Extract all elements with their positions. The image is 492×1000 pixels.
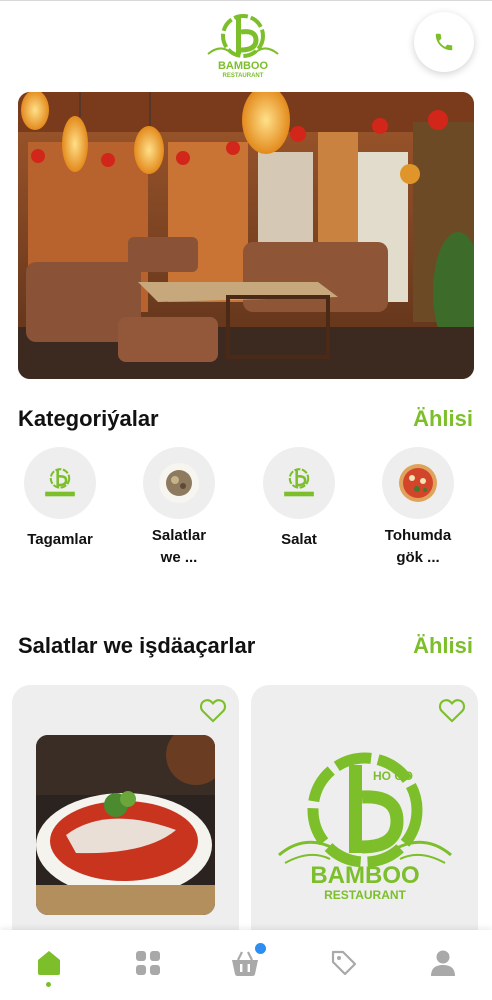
nav-categories[interactable] <box>133 948 163 978</box>
grid-icon <box>136 951 160 975</box>
nav-offers[interactable] <box>329 948 359 978</box>
nav-home[interactable] <box>34 948 64 978</box>
product-placeholder-logo: HO GO BAMBOO RESTAURANT <box>275 745 455 905</box>
basket-icon <box>232 951 258 976</box>
category-item[interactable]: Salatlar we ... <box>129 447 229 569</box>
logo-brand-name: BAMBOO <box>310 862 419 889</box>
products-see-all-link[interactable]: Ählisi <box>413 633 473 659</box>
hero-banner-image[interactable] <box>18 92 474 379</box>
phone-icon <box>435 33 453 51</box>
category-label: Salat <box>281 531 317 548</box>
category-item[interactable]: Tagamlar <box>10 447 110 551</box>
category-label: Tagamlar <box>27 531 93 548</box>
active-indicator <box>46 982 51 987</box>
products-title: Salatlar we işdäaçarlar <box>18 633 256 658</box>
brand-logo: BAMBOO RESTAURANT <box>200 8 286 79</box>
logo-brand-subtitle: RESTAURANT <box>324 888 406 902</box>
home-icon <box>38 951 60 975</box>
category-dish-image <box>143 447 215 519</box>
nav-basket[interactable] <box>230 943 266 978</box>
call-button[interactable] <box>414 12 474 72</box>
basket-badge <box>255 943 266 954</box>
categories-title: Kategoriýalar <box>18 406 159 431</box>
category-logo-image <box>263 447 335 519</box>
nav-profile[interactable] <box>428 948 458 978</box>
brand-name: BAMBOO <box>218 60 269 72</box>
logo-mark-text: HO GO <box>373 769 413 783</box>
category-logo-image <box>24 447 96 519</box>
category-label: Salatlar we ... <box>151 527 207 566</box>
heart-icon[interactable] <box>199 697 227 723</box>
user-icon <box>431 950 455 976</box>
categories-see-all-link[interactable]: Ählisi <box>413 406 473 432</box>
category-item[interactable]: Tohumda gök ... <box>368 447 468 569</box>
product-image <box>36 735 215 915</box>
heart-icon[interactable] <box>438 697 466 723</box>
category-item[interactable]: Salat <box>249 447 349 551</box>
top-divider <box>0 0 492 1</box>
tag-icon <box>331 950 357 976</box>
brand-subtitle: RESTAURANT <box>223 73 264 78</box>
category-label: Tohumda gök ... <box>384 527 452 566</box>
category-pizza-image <box>382 447 454 519</box>
bottom-navigation <box>0 930 492 1000</box>
